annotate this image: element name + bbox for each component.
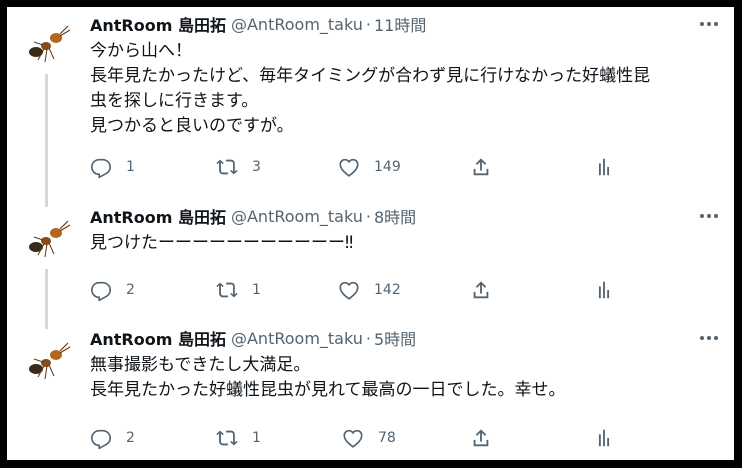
ant-avatar-icon — [29, 220, 71, 258]
tweet-1[interactable]: AntRoom 島田拓 @AntRoom_taku · 11時間 今から山へ！ … — [7, 7, 734, 207]
tweet-header: AntRoom 島田拓 @AntRoom_taku · 8時間 — [90, 204, 416, 228]
heart-icon — [339, 281, 359, 300]
tweet-2[interactable]: AntRoom 島田拓 @AntRoom_taku · 8時間 見つけたーーーー… — [7, 202, 734, 332]
tweet-text-line: 見つけたーーーーーーーーーーー‼ — [90, 233, 354, 253]
tweet-text-line: 長年見たかったけど、毎年タイミングが合わず見に行けなかった好蟻性昆 — [90, 66, 651, 86]
heart-icon — [339, 158, 359, 177]
thread-line — [45, 269, 48, 332]
tweet-header: AntRoom 島田拓 @AntRoom_taku · 5時間 — [90, 326, 416, 350]
reply-button[interactable]: 1 — [90, 155, 135, 179]
retweet-icon — [216, 159, 238, 175]
display-name[interactable]: AntRoom 島田拓 — [90, 204, 226, 228]
retweet-count: 1 — [252, 282, 261, 298]
tweet-header: AntRoom 島田拓 @AntRoom_taku · 11時間 — [90, 12, 426, 36]
share-button[interactable] — [470, 155, 492, 179]
retweet-count: 1 — [252, 430, 261, 446]
like-count: 142 — [374, 282, 401, 298]
separator-dot: · — [365, 14, 371, 34]
share-button[interactable] — [470, 426, 492, 450]
like-count: 78 — [378, 430, 396, 446]
reply-count: 2 — [126, 430, 135, 446]
tweet-3[interactable]: AntRoom 島田拓 @AntRoom_taku · 5時間 無事撮影もできた… — [7, 324, 734, 460]
tweet-text-line: 無事撮影もできたし大満足。 — [90, 355, 311, 375]
analytics-icon — [598, 158, 610, 176]
more-horizontal-icon[interactable] — [698, 207, 720, 225]
like-button[interactable]: 149 — [338, 155, 401, 179]
reply-icon — [91, 281, 111, 301]
tweet-text-line: 長年見たかった好蟻性昆虫が見れて最高の一日でした。幸せ。 — [90, 380, 566, 400]
avatar[interactable] — [18, 12, 76, 70]
timestamp[interactable]: 11時間 — [374, 12, 426, 36]
analytics-button[interactable] — [593, 278, 615, 302]
thread-line — [45, 74, 48, 207]
timestamp[interactable]: 8時間 — [374, 204, 416, 228]
retweet-button[interactable]: 1 — [216, 426, 261, 450]
analytics-icon — [598, 281, 610, 299]
separator-dot: · — [365, 206, 371, 226]
avatar[interactable] — [18, 207, 76, 265]
retweet-icon — [216, 282, 238, 298]
user-handle[interactable]: @AntRoom_taku — [231, 329, 363, 348]
timestamp[interactable]: 5時間 — [374, 326, 416, 350]
tweet-text-line: 見つかると良いのですが。 — [90, 116, 294, 136]
separator-dot: · — [365, 328, 371, 348]
tweet-actions: 2 1 78 — [90, 426, 630, 450]
share-icon — [473, 281, 489, 299]
like-count: 149 — [374, 159, 401, 175]
retweet-button[interactable]: 1 — [216, 278, 261, 302]
user-handle[interactable]: @AntRoom_taku — [231, 15, 363, 34]
avatar[interactable] — [18, 329, 76, 387]
tweet-text: 無事撮影もできたし大満足。 長年見たかった好蟻性昆虫が見れて最高の一日でした。幸… — [90, 353, 566, 403]
reply-button[interactable]: 2 — [90, 278, 135, 302]
display-name[interactable]: AntRoom 島田拓 — [90, 12, 226, 36]
like-button[interactable]: 78 — [342, 426, 396, 450]
retweet-icon — [216, 430, 238, 446]
reply-button[interactable]: 2 — [90, 426, 135, 450]
retweet-button[interactable]: 3 — [216, 155, 261, 179]
analytics-button[interactable] — [593, 426, 615, 450]
analytics-icon — [598, 429, 610, 447]
reply-count: 2 — [126, 282, 135, 298]
reply-icon — [91, 158, 111, 178]
more-horizontal-icon[interactable] — [698, 15, 720, 33]
tweet-actions: 1 3 149 — [90, 155, 630, 179]
display-name[interactable]: AntRoom 島田拓 — [90, 326, 226, 350]
more-horizontal-icon[interactable] — [698, 329, 720, 347]
tweet-text-line: 虫を探しに行きます。 — [90, 91, 259, 111]
tweet-text: 見つけたーーーーーーーーーーー‼ — [90, 231, 353, 256]
tweet-thread-panel: AntRoom 島田拓 @AntRoom_taku · 11時間 今から山へ！ … — [7, 7, 734, 460]
share-button[interactable] — [470, 278, 492, 302]
ant-avatar-icon — [29, 342, 71, 380]
like-button[interactable]: 142 — [338, 278, 401, 302]
tweet-text-line: 今から山へ！ — [90, 41, 192, 61]
retweet-count: 3 — [252, 159, 261, 175]
reply-icon — [91, 429, 111, 449]
analytics-button[interactable] — [593, 155, 615, 179]
tweet-text: 今から山へ！ 長年見たかったけど、毎年タイミングが合わず見に行けなかった好蟻性昆… — [90, 39, 650, 139]
share-icon — [473, 158, 489, 176]
reply-count: 1 — [126, 159, 135, 175]
heart-icon — [343, 429, 363, 448]
user-handle[interactable]: @AntRoom_taku — [231, 207, 363, 226]
tweet-actions: 2 1 142 — [90, 278, 630, 302]
ant-avatar-icon — [29, 25, 71, 63]
share-icon — [473, 429, 489, 447]
